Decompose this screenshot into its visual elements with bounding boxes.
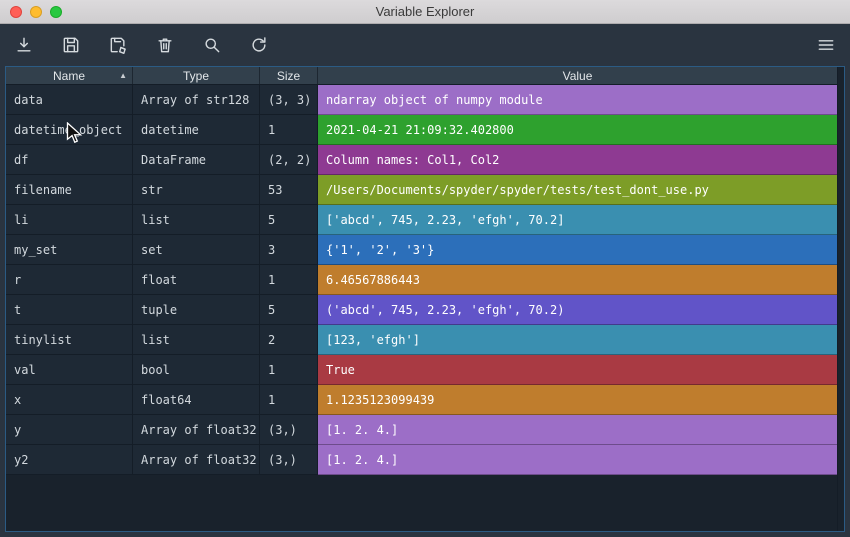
column-header-name[interactable]: Name ▲ (6, 67, 133, 84)
import-data-icon (17, 37, 31, 52)
cell-variable-size: 1 (260, 385, 318, 415)
cell-variable-value[interactable]: True (318, 355, 837, 385)
save-data-icon (63, 37, 79, 52)
cell-variable-name[interactable]: li (6, 205, 133, 235)
cell-variable-value[interactable]: [123, 'efgh'] (318, 325, 837, 355)
cell-variable-type: tuple (133, 295, 260, 325)
table-row[interactable]: val bool 1 True (6, 355, 837, 385)
cell-variable-size: (3,) (260, 415, 318, 445)
refresh-button[interactable] (247, 33, 271, 57)
column-header-value[interactable]: Value (318, 67, 837, 84)
cell-variable-name[interactable]: data (6, 85, 133, 115)
window-title: Variable Explorer (375, 4, 475, 19)
cell-variable-size: 2 (260, 325, 318, 355)
cell-variable-name[interactable]: df (6, 145, 133, 175)
cell-variable-type: datetime (133, 115, 260, 145)
table-header: Name ▲ Type Size Value (6, 67, 837, 85)
table-row[interactable]: r float 1 6.46567886443 (6, 265, 837, 295)
cell-variable-type: Array of float32 (133, 445, 260, 475)
table-row[interactable]: filename str 53 /Users/Documents/spyder/… (6, 175, 837, 205)
cell-variable-type: str (133, 175, 260, 205)
cell-variable-name[interactable]: x (6, 385, 133, 415)
close-button[interactable] (10, 6, 22, 18)
sort-ascending-icon: ▲ (119, 70, 127, 80)
cell-variable-size: 5 (260, 205, 318, 235)
options-menu-button[interactable] (814, 33, 838, 57)
minimize-button[interactable] (30, 6, 42, 18)
variable-explorer-window: { "window": { "title": "Variable Explore… (0, 0, 850, 537)
cell-variable-type: float64 (133, 385, 260, 415)
search-icon (205, 37, 220, 52)
remove-variables-icon (158, 37, 172, 52)
cell-variable-size: 5 (260, 295, 318, 325)
cell-variable-type: Array of float32 (133, 415, 260, 445)
cell-variable-type: list (133, 205, 260, 235)
table-row[interactable]: t tuple 5 ('abcd', 745, 2.23, 'efgh', 70… (6, 295, 837, 325)
table-row[interactable]: data Array of str128 (3, 3) ndarray obje… (6, 85, 837, 115)
cell-variable-value[interactable]: 6.46567886443 (318, 265, 837, 295)
vertical-scrollbar[interactable] (837, 67, 844, 531)
cell-variable-size: 1 (260, 355, 318, 385)
column-header-size[interactable]: Size (260, 67, 318, 84)
cell-variable-type: set (133, 235, 260, 265)
column-header-name-label: Name (52, 68, 85, 83)
cell-variable-name[interactable]: datetime_object (6, 115, 133, 145)
cell-variable-value[interactable]: ['abcd', 745, 2.23, 'efgh', 70.2] (318, 205, 837, 235)
cell-variable-name[interactable]: t (6, 295, 133, 325)
table-row[interactable]: df DataFrame (2, 2) Column names: Col1, … (6, 145, 837, 175)
table-row[interactable]: y Array of float32 (3,) [1. 2. 4.] (6, 415, 837, 445)
save-data-as-button[interactable] (106, 33, 130, 57)
refresh-icon (252, 36, 266, 51)
cell-variable-name[interactable]: y2 (6, 445, 133, 475)
cell-variable-value[interactable]: ('abcd', 745, 2.23, 'efgh', 70.2) (318, 295, 837, 325)
cell-variable-size: 3 (260, 235, 318, 265)
cell-variable-type: Array of str128 (133, 85, 260, 115)
variable-table: Name ▲ Type Size Value data Array of str… (5, 66, 845, 532)
cell-variable-value[interactable]: Column names: Col1, Col2 (318, 145, 837, 175)
cell-variable-name[interactable]: val (6, 355, 133, 385)
traffic-lights (10, 0, 62, 24)
cell-variable-value[interactable]: /Users/Documents/spyder/spyder/tests/tes… (318, 175, 837, 205)
zoom-button[interactable] (50, 6, 62, 18)
cell-variable-value[interactable]: 1.1235123099439 (318, 385, 837, 415)
cell-variable-value[interactable]: {'1', '2', '3'} (318, 235, 837, 265)
column-header-type[interactable]: Type (133, 67, 260, 84)
table-row[interactable]: my_set set 3 {'1', '2', '3'} (6, 235, 837, 265)
cell-variable-size: (3,) (260, 445, 318, 475)
save-data-button[interactable] (59, 33, 83, 57)
toolbar (0, 24, 850, 65)
cell-variable-value[interactable]: ndarray object of numpy module (318, 85, 837, 115)
cell-variable-type: bool (133, 355, 260, 385)
titlebar: Variable Explorer (0, 0, 850, 24)
cell-variable-size: 53 (260, 175, 318, 205)
cell-variable-value[interactable]: [1. 2. 4.] (318, 445, 837, 475)
import-data-button[interactable] (12, 33, 36, 57)
table-row[interactable]: tinylist list 2 [123, 'efgh'] (6, 325, 837, 355)
table-row[interactable]: datetime_object datetime 1 2021-04-21 21… (6, 115, 837, 145)
cell-variable-name[interactable]: tinylist (6, 325, 133, 355)
cell-variable-size: (3, 3) (260, 85, 318, 115)
save-data-as-icon (110, 37, 126, 54)
cell-variable-size: 1 (260, 115, 318, 145)
options-menu-icon (818, 39, 834, 50)
table-row[interactable]: x float64 1 1.1235123099439 (6, 385, 837, 415)
table-row[interactable]: y2 Array of float32 (3,) [1. 2. 4.] (6, 445, 837, 475)
cell-variable-size: 1 (260, 265, 318, 295)
cell-variable-name[interactable]: y (6, 415, 133, 445)
table-row[interactable]: li list 5 ['abcd', 745, 2.23, 'efgh', 70… (6, 205, 837, 235)
table-body: data Array of str128 (3, 3) ndarray obje… (6, 85, 844, 475)
cell-variable-name[interactable]: filename (6, 175, 133, 205)
cell-variable-type: DataFrame (133, 145, 260, 175)
cell-variable-type: list (133, 325, 260, 355)
search-button[interactable] (200, 33, 224, 57)
cell-variable-value[interactable]: 2021-04-21 21:09:32.402800 (318, 115, 837, 145)
remove-variables-button[interactable] (153, 33, 177, 57)
cell-variable-size: (2, 2) (260, 145, 318, 175)
cell-variable-type: float (133, 265, 260, 295)
cell-variable-name[interactable]: my_set (6, 235, 133, 265)
cell-variable-value[interactable]: [1. 2. 4.] (318, 415, 837, 445)
cell-variable-name[interactable]: r (6, 265, 133, 295)
